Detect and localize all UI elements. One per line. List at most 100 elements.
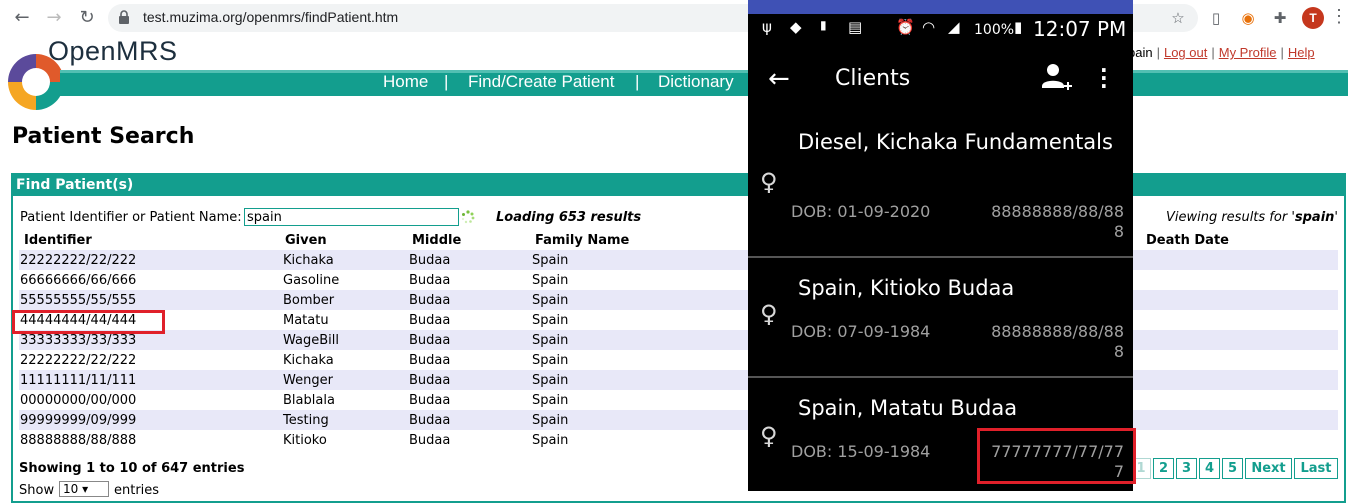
- column-header-identifier[interactable]: Identifier: [24, 233, 92, 248]
- table-row[interactable]: 66666666/66/666 Gasoline Budaa Spain: [19, 270, 1338, 290]
- logout-link[interactable]: Log out: [1164, 45, 1207, 60]
- viewing-results-text: Viewing results for 'spain': [1165, 210, 1338, 225]
- table-row[interactable]: 00000000/00/000 Blablala Budaa Spain: [19, 390, 1338, 410]
- page-title: Patient Search: [12, 124, 195, 149]
- client-card[interactable]: Spain, Kitioko Budaa ♀ DOB: 07-09-1984 8…: [748, 258, 1133, 376]
- page-button-3[interactable]: 3: [1176, 458, 1197, 479]
- browser-toolbar: ← → ↻ test.muzima.org/openmrs/findPatien…: [0, 0, 1348, 36]
- table-row[interactable]: 33333333/33/333 WageBill Budaa Spain: [19, 330, 1338, 350]
- cell-middle: Budaa: [409, 333, 451, 348]
- table-row[interactable]: 22222222/22/222 Kichaka Budaa Spain: [19, 350, 1338, 370]
- app-bar: [748, 46, 1133, 116]
- cell-middle: Budaa: [409, 253, 451, 268]
- cell-family-name: Spain: [532, 253, 569, 268]
- nav-separator: |: [635, 72, 640, 91]
- cell-middle: Budaa: [409, 353, 451, 368]
- overflow-menu-icon[interactable]: · · ·: [1100, 60, 1108, 96]
- cell-middle: Budaa: [409, 313, 451, 328]
- cell-given: WageBill: [283, 333, 339, 348]
- nav-home[interactable]: Home: [383, 72, 428, 92]
- browser-menu-icon[interactable]: ⋮: [1330, 6, 1348, 27]
- cell-family-name: Spain: [532, 393, 569, 408]
- cell-family-name: Spain: [532, 353, 569, 368]
- my-profile-link[interactable]: My Profile: [1219, 45, 1277, 60]
- cell-given: Kichaka: [283, 353, 334, 368]
- patient-search-input[interactable]: [244, 208, 459, 226]
- document-extension-icon[interactable]: ▯: [1206, 8, 1226, 28]
- page-button-2[interactable]: 2: [1153, 458, 1174, 479]
- client-name: Spain, Matatu Budaa: [798, 396, 1018, 420]
- extension-icon[interactable]: ◉: [1238, 8, 1258, 28]
- column-header-death-date[interactable]: Death Date: [1146, 233, 1229, 248]
- cell-identifier: 66666666/66/666: [20, 273, 137, 288]
- reload-icon[interactable]: ↻: [75, 6, 99, 30]
- help-link[interactable]: Help: [1288, 45, 1315, 60]
- page-button-4[interactable]: 4: [1199, 458, 1220, 479]
- battery-saver-icon: ▮: [820, 18, 827, 32]
- nav-separator: |: [444, 72, 449, 91]
- viewing-term: spain: [1294, 210, 1335, 225]
- nav-dictionary[interactable]: Dictionary: [658, 72, 734, 92]
- cell-middle: Budaa: [409, 293, 451, 308]
- client-dob: DOB: 07-09-1984: [791, 322, 931, 341]
- profile-avatar[interactable]: T: [1302, 7, 1324, 29]
- table-row[interactable]: 22222222/22/222 Kichaka Budaa Spain: [19, 250, 1338, 270]
- forward-icon[interactable]: →: [42, 6, 66, 30]
- next-page-button[interactable]: Next: [1245, 458, 1292, 479]
- column-header-family-name[interactable]: Family Name: [535, 233, 629, 248]
- cell-family-name: Spain: [532, 293, 569, 308]
- highlight-box: [12, 310, 165, 334]
- page-button-5[interactable]: 5: [1222, 458, 1243, 479]
- client-name: Spain, Kitioko Budaa: [798, 276, 1015, 300]
- table-row[interactable]: 44444444/44/444 Matatu Budaa Spain: [19, 310, 1338, 330]
- showing-entries-text: Showing 1 to 10 of 647 entries: [19, 461, 245, 476]
- back-icon[interactable]: ←: [10, 6, 34, 30]
- battery-icon: ▮: [1014, 18, 1023, 36]
- cell-family-name: Spain: [532, 413, 569, 428]
- cell-given: Bomber: [283, 293, 335, 308]
- cell-middle: Budaa: [409, 433, 451, 448]
- cell-given: Matatu: [283, 313, 329, 328]
- last-page-button[interactable]: Last: [1294, 458, 1338, 479]
- column-header-given[interactable]: Given: [285, 233, 327, 248]
- top-links: pain | Log out | My Profile | Help: [1128, 45, 1315, 60]
- client-dob: DOB: 15-09-1984: [791, 442, 931, 461]
- usb-icon: ψ: [762, 18, 772, 36]
- table-row[interactable]: 88888888/88/888 Kitioko Budaa Spain: [19, 430, 1338, 450]
- client-card[interactable]: Diesel, Kichaka Fundamentals ♀ DOB: 01-0…: [748, 116, 1133, 257]
- cell-given: Wenger: [283, 373, 333, 388]
- back-arrow-icon[interactable]: ←: [768, 64, 790, 94]
- app-title: Clients: [835, 66, 911, 91]
- wifi-icon: ◠: [922, 18, 936, 36]
- female-icon: ♀: [760, 422, 778, 450]
- table-row[interactable]: 11111111/11/111 Wenger Budaa Spain: [19, 370, 1338, 390]
- cell-given: Blablala: [283, 393, 335, 408]
- cell-given: Kichaka: [283, 253, 334, 268]
- nav-find-create-patient[interactable]: Find/Create Patient: [468, 72, 614, 92]
- status-time: 12:07 PM: [1033, 17, 1127, 41]
- openmrs-logo-text: OpenMRS: [48, 36, 178, 66]
- phone-screen: ψ ◆ ▮ ▤ ⏰ ◠ ◢ 100% ▮ 12:07 PM ← Clients …: [748, 0, 1133, 491]
- cell-family-name: Spain: [532, 273, 569, 288]
- bookmark-star-icon[interactable]: ☆: [1168, 8, 1188, 28]
- cell-middle: Budaa: [409, 373, 451, 388]
- column-header-middle[interactable]: Middle: [412, 233, 461, 248]
- client-identifier: 88888888/88/888: [991, 202, 1124, 241]
- page-size-select[interactable]: 10 ▾: [59, 481, 109, 497]
- add-client-icon[interactable]: [1038, 60, 1074, 96]
- alarm-icon: ⏰: [896, 18, 915, 36]
- client-name: Diesel, Kichaka Fundamentals: [798, 130, 1113, 154]
- table-row[interactable]: 99999999/09/999 Testing Budaa Spain: [19, 410, 1338, 430]
- app-notification-icon: ◆: [790, 18, 802, 36]
- url-text[interactable]: test.muzima.org/openmrs/findPatient.htm: [143, 9, 398, 25]
- cell-given: Testing: [283, 413, 329, 428]
- client-identifier: 88888888/88/888: [991, 322, 1124, 361]
- cell-family-name: Spain: [532, 373, 569, 388]
- puzzle-extensions-icon[interactable]: ✚: [1270, 8, 1290, 28]
- cell-identifier: 22222222/22/222: [20, 253, 137, 268]
- emulator-title-strip: [748, 0, 1133, 14]
- table-row[interactable]: 55555555/55/555 Bomber Budaa Spain: [19, 290, 1338, 310]
- loading-status: Loading 653 results: [496, 210, 642, 225]
- battery-percentage: 100%: [974, 22, 1015, 38]
- cell-identifier: 55555555/55/555: [20, 293, 137, 308]
